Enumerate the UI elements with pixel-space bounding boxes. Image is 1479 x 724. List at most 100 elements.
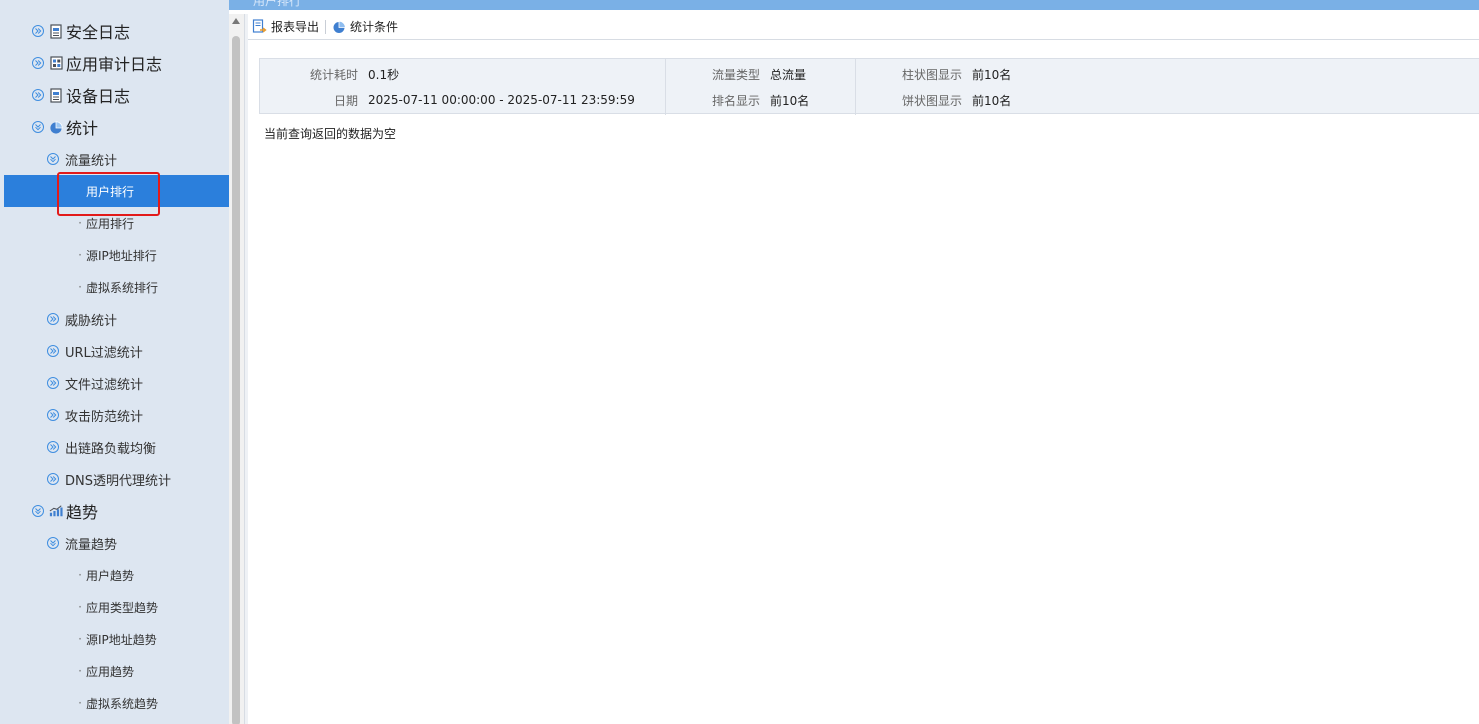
sidebar-item-node-3[interactable]: 统计: [0, 111, 229, 143]
duration-value: 0.1秒: [368, 67, 400, 82]
info-column-1: 统计耗时 0.1秒 日期 2025-07-11 00:00:00 - 2025-…: [260, 59, 665, 115]
sidebar-item-node-0[interactable]: 安全日志: [0, 15, 229, 47]
pie-display-label: 饼状图显示: [901, 93, 962, 108]
sidebar-item-label: URL过滤统计: [65, 345, 143, 361]
tab-user-ranking[interactable]: 用户排行: [253, 0, 301, 9]
statistics-conditions-button[interactable]: 统计条件: [326, 14, 404, 40]
bullet-icon: ·: [78, 696, 82, 710]
sidebar-item-ip[interactable]: · 源IP地址趋势: [0, 623, 229, 655]
sidebar-scrollbar[interactable]: [229, 14, 244, 724]
scroll-up-arrow-icon[interactable]: [232, 18, 240, 24]
traffic-type-value: 总流量: [770, 67, 807, 82]
sidebar-item-label: 设备日志: [66, 87, 131, 106]
panel-splitter[interactable]: [244, 14, 248, 724]
sidebar-item-node-20[interactable]: · 应用趋势: [0, 655, 229, 687]
pie-icon: [49, 120, 63, 135]
sidebar-item-label: 安全日志: [66, 23, 131, 42]
sidebar-item-label: 用户趋势: [86, 568, 135, 583]
info-column-2: 流量类型 总流量 排名显示 前10名: [665, 59, 855, 115]
chevron-right-icon[interactable]: [47, 473, 59, 485]
toolbar: 报表导出 统计条件: [248, 14, 1479, 40]
sidebar-item-label: 攻击防范统计: [65, 409, 144, 425]
info-column-3: 柱状图显示 前10名 饼状图显示 前10名: [855, 59, 1055, 115]
scroll-thumb[interactable]: [232, 36, 240, 724]
date-label: 日期: [333, 93, 358, 108]
sidebar-item-label: 威胁统计: [65, 313, 118, 329]
sidebar-item-node-16[interactable]: 流量趋势: [0, 527, 229, 559]
bullet-icon: ·: [78, 664, 82, 678]
sidebar-item-label: 用户排行: [86, 184, 135, 199]
bullet-icon: ·: [78, 600, 82, 614]
empty-result-message: 当前查询返回的数据为空: [264, 127, 397, 141]
tab-bar: 用户排行: [229, 0, 1479, 10]
sidebar-item-label: 应用排行: [86, 216, 135, 231]
sidebar-item-dns[interactable]: DNS透明代理统计: [0, 463, 229, 495]
grid-icon: [49, 56, 63, 71]
sidebar-item-url[interactable]: URL过滤统计: [0, 335, 229, 367]
sidebar-item-node-12[interactable]: 攻击防范统计: [0, 399, 229, 431]
sidebar-item-label: 源IP地址排行: [86, 248, 157, 263]
sidebar-item-label: 应用审计日志: [66, 55, 163, 74]
chevron-down-icon[interactable]: [32, 121, 44, 133]
sidebar-item-node-11[interactable]: 文件过滤统计: [0, 367, 229, 399]
chevron-down-icon[interactable]: [47, 537, 59, 549]
sidebar-item-node-2[interactable]: 设备日志: [0, 79, 229, 111]
bullet-icon: ·: [78, 248, 82, 262]
sidebar-item-node-5[interactable]: · 用户排行: [4, 175, 229, 207]
sidebar-item-node-18[interactable]: · 应用类型趋势: [0, 591, 229, 623]
chevron-down-icon[interactable]: [32, 505, 44, 517]
sidebar-item-label: 虚拟系统趋势: [86, 696, 159, 711]
sidebar-item-ip[interactable]: · 源IP地址排行: [0, 239, 229, 271]
bullet-icon: ·: [78, 216, 82, 230]
traffic-type-label: 流量类型: [711, 67, 760, 82]
rank-display-label: 排名显示: [711, 93, 760, 108]
chevron-right-icon[interactable]: [47, 345, 59, 357]
sidebar-item-label: 源IP地址趋势: [86, 632, 157, 647]
sidebar-item-node-13[interactable]: 出链路负载均衡: [0, 431, 229, 463]
sidebar-item-label: 出链路负载均衡: [65, 441, 157, 457]
sidebar-item-label: 流量统计: [65, 153, 118, 169]
sidebar-item-label: 虚拟系统排行: [86, 280, 159, 295]
date-value: 2025-07-11 00:00:00 - 2025-07-11 23:59:5…: [368, 93, 635, 107]
sidebar-nav: 安全日志应用审计日志 设备日志统计流量统计 · 用户排行 · 应用排行 · 源IP地址排行 · 虚…: [0, 0, 229, 724]
statistics-info-panel: 统计耗时 0.1秒 日期 2025-07-11 00:00:00 - 2025-…: [259, 58, 1479, 115]
rank-display-value: 前10名: [770, 93, 810, 108]
sidebar-item-node-17[interactable]: · 用户趋势: [0, 559, 229, 591]
pie-display-value: 前10名: [972, 93, 1012, 108]
report-export-button[interactable]: 报表导出: [248, 14, 325, 40]
sidebar-item-label: 趋势: [66, 503, 99, 522]
duration-label: 统计耗时: [309, 67, 358, 82]
chevron-right-icon[interactable]: [47, 409, 59, 421]
chevron-right-icon[interactable]: [47, 313, 59, 325]
bullet-icon: ·: [78, 184, 82, 198]
sidebar-item-label: DNS透明代理统计: [65, 473, 171, 489]
sidebar-item-node-8[interactable]: · 虚拟系统排行: [0, 271, 229, 303]
chevron-right-icon[interactable]: [32, 89, 44, 101]
bullet-icon: ·: [78, 632, 82, 646]
bar-display-value: 前10名: [972, 67, 1012, 82]
log-icon: [49, 87, 63, 103]
sidebar-item-node-15[interactable]: 趋势: [0, 495, 229, 527]
chevron-right-icon[interactable]: [47, 441, 59, 453]
export-icon: [252, 19, 267, 33]
sidebar-item-node-1[interactable]: 应用审计日志: [0, 47, 229, 79]
sidebar-item-node-9[interactable]: 威胁统计: [0, 303, 229, 335]
statistics-conditions-label: 统计条件: [350, 20, 399, 34]
sidebar-item-label: 应用类型趋势: [86, 600, 159, 615]
sidebar-item-node-6[interactable]: · 应用排行: [0, 207, 229, 239]
sidebar-item-node-21[interactable]: · 虚拟系统趋势: [0, 687, 229, 719]
pie-chart-icon: [333, 20, 346, 33]
report-export-label: 报表导出: [271, 20, 320, 34]
sidebar-item-label: 流量趋势: [65, 537, 118, 553]
chevron-right-icon[interactable]: [47, 377, 59, 389]
bar-display-label: 柱状图显示: [901, 67, 962, 82]
bullet-icon: ·: [78, 280, 82, 294]
chevron-right-icon[interactable]: [32, 25, 44, 37]
bullet-icon: ·: [78, 568, 82, 582]
sidebar-item-label: 应用趋势: [86, 664, 135, 679]
chevron-right-icon[interactable]: [32, 57, 44, 69]
sidebar-item-label: 文件过滤统计: [65, 377, 144, 393]
sidebar-item-node-4[interactable]: 流量统计: [0, 143, 229, 175]
chevron-down-icon[interactable]: [47, 153, 59, 165]
sidebar-item-label: 统计: [66, 119, 99, 138]
